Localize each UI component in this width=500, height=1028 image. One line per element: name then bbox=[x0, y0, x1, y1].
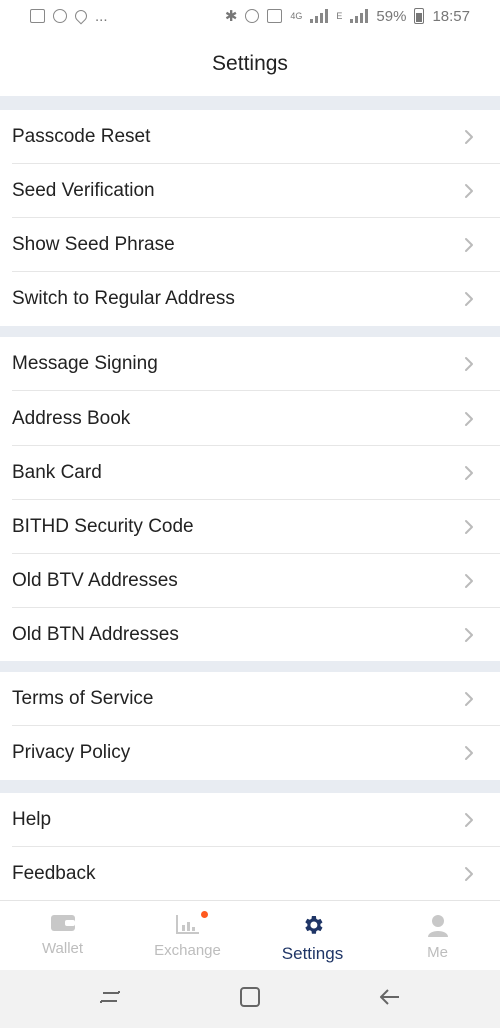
notification-badge bbox=[201, 911, 208, 918]
bottom-tab-bar: Wallet Exchange Settings Me bbox=[0, 900, 500, 970]
battery-percent: 59% bbox=[376, 7, 407, 25]
page-header: Settings bbox=[0, 32, 500, 96]
battery-icon bbox=[414, 8, 425, 24]
chevron-right-icon bbox=[458, 516, 480, 538]
settings-item-label: Address Book bbox=[12, 407, 131, 429]
signal-type-text: E bbox=[336, 11, 343, 21]
chevron-right-icon bbox=[458, 353, 480, 375]
status-bar-right: ✱ 4G E 59% 18:57 bbox=[224, 7, 470, 26]
tab-label: Me bbox=[427, 944, 448, 961]
tab-settings[interactable]: Settings bbox=[250, 901, 375, 971]
signal-2-icon bbox=[350, 9, 369, 23]
settings-item-show-seed-phrase[interactable]: Show Seed Phrase bbox=[0, 218, 500, 272]
home-icon bbox=[239, 986, 261, 1013]
settings-item-label: Old BTV Addresses bbox=[12, 570, 178, 591]
home-button[interactable] bbox=[220, 979, 280, 1019]
chevron-right-icon bbox=[458, 688, 480, 710]
settings-item-old-btn-addresses[interactable]: Old BTN Addresses bbox=[0, 608, 500, 661]
person-icon bbox=[426, 913, 450, 942]
tab-exchange[interactable]: Exchange bbox=[125, 901, 250, 971]
page-title: Settings bbox=[212, 52, 288, 75]
settings-item-address-book[interactable]: Address Book bbox=[0, 391, 500, 446]
chevron-right-icon bbox=[458, 180, 480, 202]
section-gap bbox=[0, 780, 500, 793]
settings-item-help[interactable]: Help bbox=[0, 793, 500, 847]
signal-1-icon bbox=[310, 9, 329, 23]
status-bar: ... ✱ 4G E 59% 18:57 bbox=[0, 0, 500, 32]
back-arrow-icon bbox=[379, 988, 401, 1011]
settings-item-bank-card[interactable]: Bank Card bbox=[0, 446, 500, 500]
gear-icon bbox=[301, 913, 325, 942]
tab-wallet[interactable]: Wallet bbox=[0, 901, 125, 971]
status-bar-left: ... bbox=[30, 8, 108, 25]
network-type-text: 4G bbox=[290, 11, 303, 21]
app-notification-icon bbox=[72, 7, 90, 25]
chevron-right-icon bbox=[458, 462, 480, 484]
chevron-right-icon bbox=[458, 234, 480, 256]
section-gap bbox=[0, 96, 500, 110]
settings-item-switch-regular-address[interactable]: Switch to Regular Address bbox=[0, 272, 500, 326]
settings-item-feedback[interactable]: Feedback bbox=[0, 847, 500, 900]
recent-apps-icon bbox=[99, 989, 121, 1010]
chevron-right-icon bbox=[458, 570, 480, 592]
wallet-icon bbox=[50, 913, 76, 938]
settings-item-terms-of-service[interactable]: Terms of Service bbox=[0, 672, 500, 726]
chevron-right-icon bbox=[458, 126, 480, 148]
tab-label: Wallet bbox=[41, 940, 84, 957]
section-gap bbox=[0, 326, 500, 337]
chart-icon bbox=[175, 913, 201, 940]
section-gap bbox=[0, 661, 500, 672]
settings-item-bithd-security-code[interactable]: BITHD Security Code bbox=[0, 500, 500, 554]
settings-item-privacy-policy[interactable]: Privacy Policy bbox=[0, 726, 500, 780]
tab-label: Exchange bbox=[154, 942, 221, 959]
bluetooth-icon: ✱ bbox=[224, 8, 238, 25]
tab-me[interactable]: Me bbox=[375, 901, 500, 971]
settings-item-seed-verification[interactable]: Seed Verification bbox=[0, 164, 500, 218]
chevron-right-icon bbox=[458, 288, 480, 310]
settings-item-label: Feedback bbox=[12, 862, 96, 884]
chevron-right-icon bbox=[458, 809, 480, 831]
settings-item-label: Show Seed Phrase bbox=[12, 234, 175, 255]
chevron-right-icon bbox=[458, 742, 480, 764]
sim-icon bbox=[267, 9, 283, 23]
settings-item-label: Seed Verification bbox=[12, 180, 155, 201]
recent-apps-button[interactable] bbox=[80, 979, 140, 1019]
settings-item-label: Old BTN Addresses bbox=[12, 623, 179, 645]
settings-item-label: Switch to Regular Address bbox=[12, 288, 235, 309]
settings-item-label: Terms of Service bbox=[12, 688, 154, 709]
chevron-right-icon bbox=[458, 863, 480, 885]
weather-notification-icon bbox=[53, 9, 67, 23]
settings-item-label: Passcode Reset bbox=[12, 126, 151, 147]
chevron-right-icon bbox=[458, 624, 480, 646]
settings-item-message-signing[interactable]: Message Signing bbox=[0, 337, 500, 391]
settings-item-label: Help bbox=[12, 809, 52, 830]
settings-item-passcode-reset[interactable]: Passcode Reset bbox=[0, 110, 500, 164]
settings-item-label: Message Signing bbox=[12, 353, 158, 374]
tab-label: Settings bbox=[281, 944, 344, 963]
system-nav-bar bbox=[0, 970, 500, 1028]
settings-item-label: BITHD Security Code bbox=[12, 516, 194, 537]
settings-item-label: Privacy Policy bbox=[12, 742, 131, 763]
alarm-icon bbox=[245, 9, 260, 23]
chevron-right-icon bbox=[458, 408, 480, 430]
more-notifications-text: ... bbox=[95, 7, 108, 25]
image-notification-icon bbox=[30, 9, 45, 23]
settings-item-label: Bank Card bbox=[12, 462, 102, 483]
clock-time: 18:57 bbox=[432, 7, 470, 25]
settings-item-old-btv-addresses[interactable]: Old BTV Addresses bbox=[0, 554, 500, 608]
back-button[interactable] bbox=[360, 979, 420, 1019]
